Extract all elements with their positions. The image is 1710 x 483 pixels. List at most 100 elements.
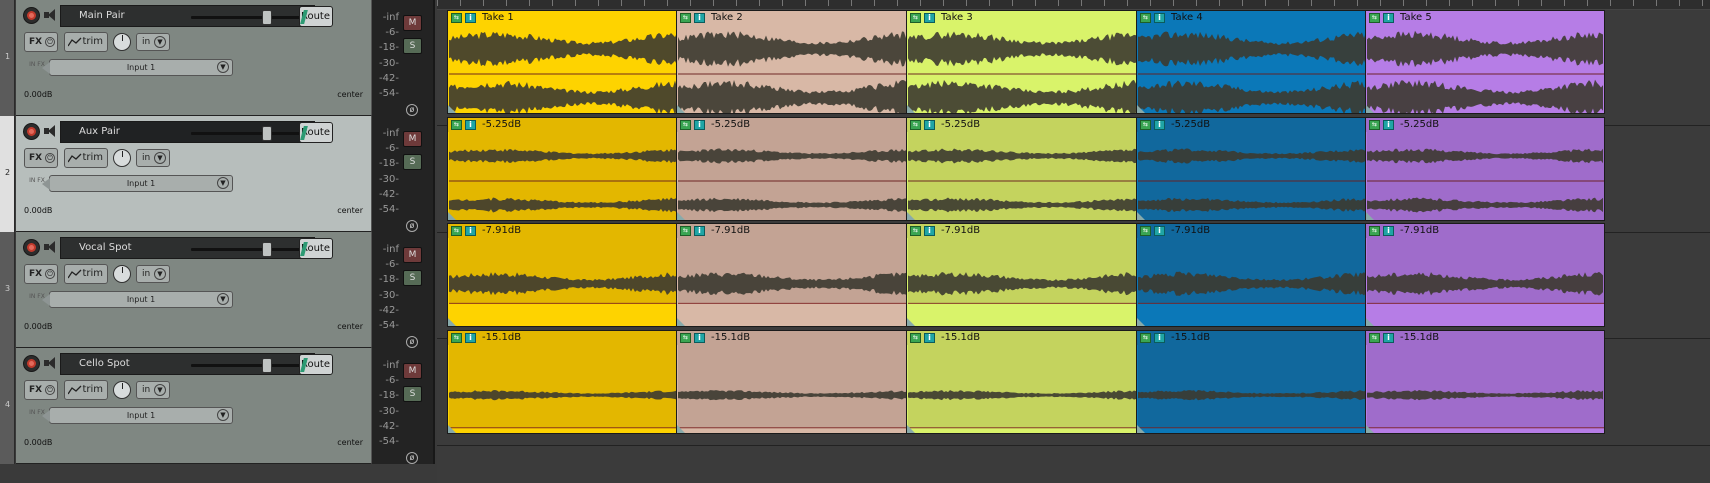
- track-number[interactable]: 1: [0, 0, 15, 116]
- item-header[interactable]: ⇆ i -5.25dB: [907, 117, 1145, 132]
- media-item[interactable]: ⇆ i -5.25dB: [906, 116, 1146, 221]
- track-meter[interactable]: -inf -6- -18- -30- -42- -54- M S ø: [372, 348, 435, 464]
- envelope-toggle-icon[interactable]: ⇆: [1369, 332, 1380, 343]
- item-info-icon[interactable]: i: [1383, 226, 1394, 236]
- item-header[interactable]: ⇆ i -7.91dB: [677, 224, 915, 238]
- envelope-toggle-icon[interactable]: ⇆: [451, 332, 462, 343]
- input-select[interactable]: Input 1 ▼: [42, 175, 233, 192]
- volume-fader[interactable]: [191, 242, 313, 257]
- item-header[interactable]: ⇆ i -7.91dB: [448, 224, 686, 238]
- mute-button[interactable]: M: [403, 247, 422, 263]
- speaker-icon[interactable]: [44, 125, 58, 137]
- item-info-icon[interactable]: i: [1154, 332, 1165, 343]
- track-4[interactable]: 4 Cello Spot Route FX ⏻ trim in ▼ IN FX In…: [0, 348, 435, 464]
- item-info-icon[interactable]: i: [465, 332, 476, 343]
- fade-handle[interactable]: [907, 424, 915, 433]
- input-monitor-button[interactable]: in ▼: [136, 265, 170, 283]
- route-button[interactable]: Route: [299, 238, 333, 259]
- track-name-field[interactable]: Aux Pair: [60, 121, 315, 143]
- fade-handle[interactable]: [1366, 424, 1374, 433]
- envelope-toggle-icon[interactable]: ⇆: [451, 226, 462, 236]
- media-item[interactable]: ⇆ i -15.1dB: [1136, 329, 1376, 434]
- track-3[interactable]: 3 Vocal Spot Route FX ⏻ trim in ▼ IN FX In…: [0, 232, 435, 348]
- power-icon[interactable]: ⏻: [45, 269, 55, 279]
- item-info-icon[interactable]: i: [1383, 13, 1394, 23]
- item-info-icon[interactable]: i: [465, 226, 476, 236]
- item-header[interactable]: ⇆ i -15.1dB: [907, 330, 1145, 345]
- fade-handle[interactable]: [907, 318, 915, 326]
- item-info-icon[interactable]: i: [694, 332, 705, 343]
- envelope-toggle-icon[interactable]: ⇆: [910, 119, 921, 130]
- solo-button[interactable]: S: [403, 270, 422, 286]
- track-name-field[interactable]: Vocal Spot: [60, 237, 315, 259]
- fade-handle[interactable]: [907, 211, 915, 220]
- item-header[interactable]: ⇆ i Take 3: [907, 11, 1145, 25]
- phase-invert-icon[interactable]: ø: [406, 336, 418, 348]
- item-info-icon[interactable]: i: [1154, 13, 1165, 23]
- trim-button[interactable]: trim: [64, 148, 108, 168]
- item-info-icon[interactable]: i: [924, 226, 935, 236]
- fader-handle[interactable]: [262, 10, 272, 25]
- fade-handle[interactable]: [677, 318, 685, 326]
- item-header[interactable]: ⇆ i -15.1dB: [1366, 330, 1604, 345]
- speaker-icon[interactable]: [44, 9, 58, 21]
- mute-button[interactable]: M: [403, 15, 422, 31]
- input-select[interactable]: Input 1 ▼: [42, 59, 233, 76]
- item-header[interactable]: ⇆ i -5.25dB: [1366, 117, 1604, 132]
- envelope-toggle-icon[interactable]: ⇆: [1140, 226, 1151, 236]
- trim-button[interactable]: trim: [64, 32, 108, 52]
- envelope-toggle-icon[interactable]: ⇆: [680, 332, 691, 343]
- track-number[interactable]: 2: [0, 116, 15, 232]
- track-name-field[interactable]: Cello Spot: [60, 353, 315, 375]
- volume-fader[interactable]: [191, 10, 313, 25]
- arrange-lane-1[interactable]: ⇆ i Take 1 ⇆ i Take 2 ⇆ i Take 3 ⇆ i Tak…: [437, 10, 1710, 126]
- fx-button[interactable]: FX ⏻: [24, 148, 58, 168]
- media-item[interactable]: ⇆ i -7.91dB: [447, 223, 687, 327]
- envelope-toggle-icon[interactable]: ⇆: [1369, 13, 1380, 23]
- fx-button[interactable]: FX ⏻: [24, 32, 58, 52]
- input-select[interactable]: Input 1 ▼: [42, 291, 233, 308]
- fx-button[interactable]: FX ⏻: [24, 380, 58, 400]
- media-item[interactable]: ⇆ i -5.25dB: [1136, 116, 1376, 221]
- power-icon[interactable]: ⏻: [45, 37, 55, 47]
- envelope-toggle-icon[interactable]: ⇆: [1140, 332, 1151, 343]
- envelope-toggle-icon[interactable]: ⇆: [1140, 13, 1151, 23]
- pan-knob[interactable]: [113, 149, 131, 167]
- mute-button[interactable]: M: [403, 131, 422, 147]
- input-monitor-button[interactable]: in ▼: [136, 33, 170, 51]
- item-header[interactable]: ⇆ i Take 1: [448, 11, 686, 25]
- track-meter[interactable]: -inf -6- -18- -30- -42- -54- M S ø: [372, 116, 435, 232]
- media-item[interactable]: ⇆ i -15.1dB: [1365, 329, 1605, 434]
- pan-knob[interactable]: [113, 33, 131, 51]
- fade-handle[interactable]: [1366, 105, 1374, 113]
- envelope-toggle-icon[interactable]: ⇆: [451, 13, 462, 23]
- input-monitor-button[interactable]: in ▼: [136, 381, 170, 399]
- media-item[interactable]: ⇆ i -7.91dB: [1365, 223, 1605, 327]
- item-info-icon[interactable]: i: [1154, 226, 1165, 236]
- item-info-icon[interactable]: i: [924, 332, 935, 343]
- input-select[interactable]: Input 1 ▼: [42, 407, 233, 424]
- track-number[interactable]: 4: [0, 348, 15, 464]
- track-meter[interactable]: -inf -6- -18- -30- -42- -54- M S ø: [372, 232, 435, 348]
- item-header[interactable]: ⇆ i -15.1dB: [448, 330, 686, 345]
- envelope-toggle-icon[interactable]: ⇆: [910, 226, 921, 236]
- item-header[interactable]: ⇆ i -15.1dB: [1137, 330, 1375, 345]
- item-header[interactable]: ⇆ i -15.1dB: [677, 330, 915, 345]
- item-header[interactable]: ⇆ i Take 2: [677, 11, 915, 25]
- item-header[interactable]: ⇆ i Take 5: [1366, 11, 1604, 25]
- fade-handle[interactable]: [677, 105, 685, 113]
- item-header[interactable]: ⇆ i -5.25dB: [1137, 117, 1375, 132]
- record-arm-button[interactable]: [23, 355, 40, 372]
- envelope-toggle-icon[interactable]: ⇆: [1369, 226, 1380, 236]
- item-header[interactable]: ⇆ i -5.25dB: [677, 117, 915, 132]
- fade-handle[interactable]: [677, 211, 685, 220]
- envelope-toggle-icon[interactable]: ⇆: [910, 13, 921, 23]
- fade-handle[interactable]: [907, 105, 915, 113]
- media-item[interactable]: ⇆ i Take 2: [676, 10, 916, 114]
- power-icon[interactable]: ⏻: [45, 385, 55, 395]
- media-item[interactable]: ⇆ i -15.1dB: [906, 329, 1146, 434]
- item-info-icon[interactable]: i: [465, 119, 476, 130]
- envelope-toggle-icon[interactable]: ⇆: [1140, 119, 1151, 130]
- item-header[interactable]: ⇆ i -5.25dB: [448, 117, 686, 132]
- media-item[interactable]: ⇆ i Take 4: [1136, 10, 1376, 114]
